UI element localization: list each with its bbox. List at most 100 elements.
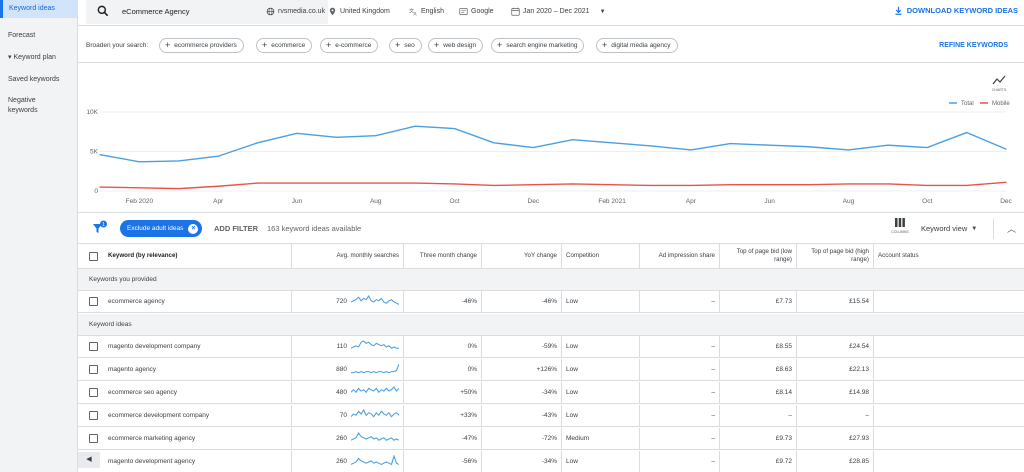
table-row[interactable]: magento development company 110 0% -59% Low –…: [78, 336, 1024, 358]
yoy-cell: +126%: [482, 359, 562, 380]
row-checkbox[interactable]: [89, 342, 98, 351]
close-icon[interactable]: ×: [188, 223, 199, 234]
data-point-total: [217, 155, 219, 157]
data-point-mobile: [375, 182, 377, 184]
chevron-up-icon[interactable]: ︿: [1007, 222, 1016, 235]
header-account-status[interactable]: Account status: [874, 244, 1024, 268]
exclude-adult-ideas-chip[interactable]: Exclude adult ideas ×: [120, 220, 203, 237]
x-tick-label: Dec: [1000, 198, 1012, 205]
bid-high-cell: £14.98: [797, 382, 874, 403]
chip-e-commerce[interactable]: + e-commerce: [320, 38, 379, 53]
impression-share-cell: –: [640, 291, 720, 312]
account-status-cell: [874, 405, 1024, 426]
data-point-total: [690, 149, 692, 151]
filter-icon[interactable]: 1: [92, 220, 108, 236]
data-point-mobile: [887, 183, 889, 185]
table-row[interactable]: ecommerce marketing agency 260 -47% -72% Med…: [78, 428, 1024, 450]
data-point-mobile: [138, 187, 140, 189]
columns-button[interactable]: COLUMNS: [890, 218, 910, 240]
searches-cell: 260: [292, 451, 404, 472]
chip-ecommerce-providers[interactable]: + ecommerce providers: [159, 38, 244, 53]
network-filter[interactable]: Google: [459, 7, 494, 16]
trend-sparkline: [351, 385, 399, 393]
sidebar-item-negative-keywords[interactable]: Negative keywords: [0, 96, 60, 116]
keyword-cell: magento agency: [104, 359, 292, 380]
select-all-checkbox[interactable]: [89, 252, 98, 261]
impression-share-cell: –: [640, 428, 720, 449]
exclude-chip-label: Exclude adult ideas: [127, 225, 184, 232]
table-row[interactable]: ecommerce development company 70 +33% -43% L…: [78, 405, 1024, 427]
chart-legend: Total Mobile: [949, 101, 1010, 107]
three-month-cell: +50%: [404, 382, 482, 403]
keyword-view-dropdown[interactable]: Keyword view ▼: [921, 224, 977, 233]
chip-search-engine-marketing[interactable]: + search engine marketing: [491, 38, 585, 53]
divider: [993, 219, 994, 239]
row-checkbox[interactable]: [89, 365, 98, 374]
search-field[interactable]: eCommerce Agency rvsmedia.co.uk: [86, 0, 328, 24]
chip-ecommerce[interactable]: + ecommerce: [256, 38, 313, 53]
chip-digital-media-agency[interactable]: + digital media agency: [596, 38, 678, 53]
scroll-left-button[interactable]: ◀: [78, 452, 100, 468]
date-range-selector[interactable]: Jan 2020 – Dec 2021 ▼: [511, 7, 606, 16]
data-point-mobile: [335, 182, 337, 184]
header-yoy-change[interactable]: YoY change: [482, 244, 562, 268]
sidebar-item-forecast[interactable]: Forecast: [0, 31, 77, 41]
language-label: English: [421, 8, 444, 15]
header-bid-low[interactable]: Top of page bid (low range): [720, 244, 797, 268]
download-label: DOWNLOAD KEYWORD IDEAS: [906, 6, 1018, 15]
x-tick-label: Oct: [922, 198, 932, 205]
download-keyword-ideas-button[interactable]: DOWNLOAD KEYWORD IDEAS: [894, 6, 1018, 15]
plus-icon: +: [395, 40, 401, 50]
row-checkbox[interactable]: [89, 388, 98, 397]
legend-label-mobile: Mobile: [992, 101, 1010, 107]
data-point-total: [769, 144, 771, 146]
searches-cell: 70: [292, 405, 404, 426]
bid-low-cell: £8.63: [720, 359, 797, 380]
sidebar-item-keyword-ideas[interactable]: Keyword ideas: [0, 0, 77, 18]
data-point-mobile: [296, 182, 298, 184]
bid-low-cell: –: [720, 405, 797, 426]
table-row[interactable]: ecommerce seo agency 480 +50% -34% Low – £8.14…: [78, 382, 1024, 404]
table-row[interactable]: magento development agency 260 -56% -34% Low…: [78, 451, 1024, 472]
impression-share-cell: –: [640, 382, 720, 403]
refine-keywords-button[interactable]: REFINE KEYWORDS: [939, 42, 1008, 49]
language-filter[interactable]: 文A English: [409, 7, 444, 16]
yoy-cell: -72%: [482, 428, 562, 449]
data-point-total: [611, 142, 613, 144]
data-point-total: [650, 145, 653, 147]
charts-icon-label: CHARTS: [992, 88, 1007, 92]
searches-cell: 260: [292, 428, 404, 449]
data-point-mobile: [847, 183, 850, 185]
row-checkbox[interactable]: [89, 297, 98, 306]
row-checkbox[interactable]: [89, 434, 98, 443]
row-checkbox[interactable]: [89, 411, 98, 420]
header-bid-high[interactable]: Top of page bid (high range): [797, 244, 874, 268]
header-avg-monthly-searches[interactable]: Avg. monthly searches: [292, 244, 404, 268]
search-input[interactable]: eCommerce Agency: [122, 7, 190, 16]
data-point-mobile: [532, 184, 534, 186]
keyword-view-label: Keyword view: [921, 224, 968, 233]
searches-cell: 480: [292, 382, 404, 403]
location-filter[interactable]: United Kingdom: [328, 7, 390, 16]
table-row[interactable]: ecommerce agency 720 -46% -46% Low – £7.73 £15.…: [78, 291, 1024, 313]
sidebar-item-keyword-plan[interactable]: ▾ Keyword plan: [0, 53, 77, 63]
searches-cell: 720: [292, 291, 404, 312]
data-point-total: [453, 127, 456, 130]
header-keyword[interactable]: Keyword (by relevance): [104, 244, 292, 268]
chip-label: e-commerce: [335, 42, 372, 49]
add-filter-button[interactable]: ADD FILTER: [214, 224, 258, 233]
sidebar-item-saved-keywords[interactable]: Saved keywords: [0, 75, 77, 85]
site-filter[interactable]: rvsmedia.co.uk: [266, 7, 325, 16]
chip-seo[interactable]: + seo: [389, 38, 422, 53]
chip-web-design[interactable]: + web design: [428, 38, 484, 53]
data-point-total: [296, 132, 298, 134]
header-three-month-change[interactable]: Three month change: [404, 244, 482, 268]
header-competition[interactable]: Competition: [562, 244, 640, 268]
table-row[interactable]: magento agency 880 0% +126% Low – £8.63 £22.13: [78, 359, 1024, 381]
section-keywords-you-provided: Keywords you provided: [78, 269, 1024, 291]
download-icon: [895, 6, 902, 15]
broaden-label: Broaden your search:: [86, 42, 149, 49]
x-tick-label: Dec: [528, 198, 540, 205]
header-ad-impression-share[interactable]: Ad impression share: [640, 244, 720, 268]
charts-toggle[interactable]: CHARTS: [992, 75, 1007, 92]
